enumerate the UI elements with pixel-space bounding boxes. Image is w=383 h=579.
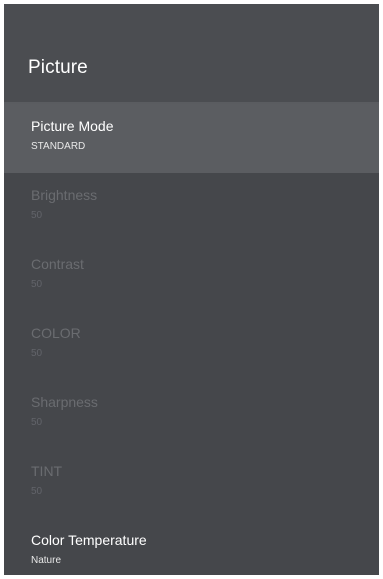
setting-title: Sharpness bbox=[31, 394, 98, 410]
setting-picture-mode[interactable]: Picture Mode STANDARD bbox=[4, 104, 379, 173]
setting-value: STANDARD bbox=[31, 141, 86, 152]
setting-title: COLOR bbox=[31, 325, 81, 341]
setting-title: Contrast bbox=[31, 256, 84, 272]
setting-value: 50 bbox=[31, 417, 43, 428]
setting-title: Picture Mode bbox=[31, 118, 114, 134]
picture-settings-panel: Picture Picture Mode STANDARD Brightness… bbox=[4, 4, 379, 575]
setting-title: TINT bbox=[31, 463, 63, 479]
setting-sharpness: Sharpness 50 bbox=[4, 380, 379, 449]
setting-contrast: Contrast 50 bbox=[4, 242, 379, 311]
setting-color: COLOR 50 bbox=[4, 311, 379, 380]
setting-color-temperature[interactable]: Color Temperature Nature bbox=[4, 518, 379, 575]
setting-title: Brightness bbox=[31, 187, 98, 203]
page-title: Picture bbox=[28, 57, 88, 78]
setting-value: 50 bbox=[31, 486, 43, 497]
setting-value: 50 bbox=[31, 348, 43, 359]
setting-value: Nature bbox=[31, 555, 62, 566]
setting-value: 50 bbox=[31, 210, 43, 221]
setting-tint: TINT 50 bbox=[4, 449, 379, 518]
panel-header: Picture bbox=[4, 4, 379, 104]
setting-title: Color Temperature bbox=[31, 532, 147, 548]
setting-brightness: Brightness 50 bbox=[4, 173, 379, 242]
setting-value: 50 bbox=[31, 279, 43, 290]
